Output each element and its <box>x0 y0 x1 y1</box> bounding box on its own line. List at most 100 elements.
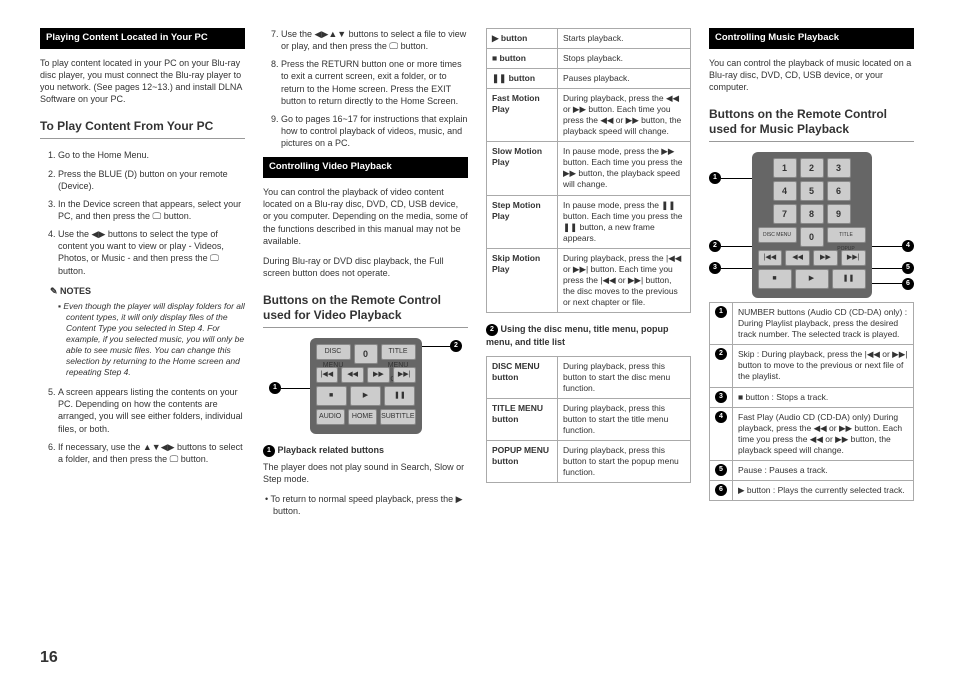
step-1: Go to the Home Menu. <box>58 149 245 161</box>
cell: Fast Motion Play <box>487 89 558 142</box>
m-ff: ▶▶ <box>813 250 838 266</box>
disc-menu-btn: DISC MENU <box>316 344 351 360</box>
cell: DISC MENU button <box>487 356 558 398</box>
note-content-type: ▪ Even though the player will display fo… <box>58 301 245 378</box>
menu-table: DISC MENU buttonDuring playback, press t… <box>486 356 691 483</box>
cell: Pauses playback. <box>558 69 691 89</box>
subtitle-btn: SUBTITLE <box>380 409 415 425</box>
step-8: Press the RETURN button one or more time… <box>281 58 468 107</box>
n9: 9 <box>827 204 851 224</box>
playback-buttons-label: 1 Playback related buttons <box>263 444 468 457</box>
m-title: TITLEPOPUP <box>827 227 866 243</box>
label-2-icon: 2 <box>486 324 498 336</box>
section-header-pc-content: Playing Content Located in Your PC <box>40 28 245 49</box>
cell: Starts playback. <box>558 29 691 49</box>
playback-bullet: • To return to normal speed playback, pr… <box>263 493 468 517</box>
row-3-icon: 3 <box>715 391 727 403</box>
section-header-video: Controlling Video Playback <box>263 157 468 178</box>
step-7: Use the ◀▶▲▼ buttons to select a file to… <box>281 28 468 52</box>
video-note: During Blu-ray or DVD disc playback, the… <box>263 255 468 279</box>
video-intro: You can control the playback of video co… <box>263 186 468 247</box>
audio-btn: AUDIO <box>316 409 345 425</box>
heading-video-remote: Buttons on the Remote Control used for V… <box>263 293 468 328</box>
cell: Skip Motion Play <box>487 248 558 312</box>
cell: Pause : Pauses a track. <box>733 460 914 480</box>
ff-btn: ▶▶ <box>367 367 390 383</box>
step-5: A screen appears listing the contents on… <box>58 386 245 435</box>
cell: ▶ button : Plays the currently selected … <box>733 480 914 500</box>
steps-list-cont: A screen appears listing the contents on… <box>40 386 245 465</box>
callout-1-icon: 1 <box>269 382 281 394</box>
cell: POPUP MENU button <box>487 440 558 482</box>
m-play: ▶ <box>795 269 829 289</box>
play-btn: ▶ <box>350 386 381 406</box>
m-callout-3: 3 <box>709 262 721 274</box>
n8: 8 <box>800 204 824 224</box>
row-4-icon: 4 <box>715 411 727 423</box>
zero-btn: 0 <box>354 344 378 364</box>
step-4: Use the ◀▶ buttons to select the type of… <box>58 228 245 277</box>
page-number: 16 <box>40 647 58 669</box>
step-9: Go to pages 16~17 for instructions that … <box>281 113 468 149</box>
cell: ❚❚ button <box>487 69 558 89</box>
playback-table: ▶ buttonStarts playback. ■ buttonStops p… <box>486 28 691 313</box>
cell: During playback, press the ◀◀ or ▶▶ butt… <box>558 89 691 142</box>
next-btn: ▶▶| <box>393 367 416 383</box>
cell: Step Motion Play <box>487 195 558 248</box>
cell: TITLE MENU button <box>487 398 558 440</box>
menu-section-title: 2 Using the disc menu, title menu, popup… <box>486 323 691 348</box>
m-callout-1: 1 <box>709 172 721 184</box>
music-table: 1NUMBER buttons (Audio CD (CD-DA) only) … <box>709 302 914 501</box>
n7: 7 <box>773 204 797 224</box>
cell: ■ button : Stops a track. <box>733 387 914 407</box>
cell: During playback, press the |◀◀ or ▶▶| bu… <box>558 248 691 312</box>
steps-list: Go to the Home Menu. Press the BLUE (D) … <box>40 149 245 276</box>
cell: During playback, press this button to st… <box>558 398 691 440</box>
n6: 6 <box>827 181 851 201</box>
title-menu-btn: TITLE MENUPOPUP <box>381 344 416 360</box>
label-1-icon: 1 <box>263 445 275 457</box>
m-rew: ◀◀ <box>785 250 810 266</box>
home-btn: HOME <box>348 409 377 425</box>
cell: Skip : During playback, press the |◀◀ or… <box>733 345 914 387</box>
n2: 2 <box>800 158 824 178</box>
notes-label: NOTES <box>50 285 245 297</box>
m-callout-5: 5 <box>902 262 914 274</box>
n3: 3 <box>827 158 851 178</box>
remote-diagram-music: 1 2 3 4 5 6 123 456 789 DISC MENU0TITLEP… <box>709 152 914 292</box>
m-prev: |◀◀ <box>758 250 783 266</box>
n1: 1 <box>773 158 797 178</box>
m-disc: DISC MENU <box>758 227 797 243</box>
m-callout-2: 2 <box>709 240 721 252</box>
m-callout-4: 4 <box>902 240 914 252</box>
music-intro: You can control the playback of music lo… <box>709 57 914 93</box>
cell: Stops playback. <box>558 49 691 69</box>
m-callout-6: 6 <box>902 278 914 290</box>
heading-music-remote: Buttons on the Remote Control used for M… <box>709 107 914 142</box>
row-1-icon: 1 <box>715 306 727 318</box>
callout-2-icon: 2 <box>450 340 462 352</box>
m-stop: ■ <box>758 269 792 289</box>
cell: During playback, press this button to st… <box>558 440 691 482</box>
rew-btn: ◀◀ <box>341 367 364 383</box>
n4: 4 <box>773 181 797 201</box>
prev-btn: |◀◀ <box>316 367 339 383</box>
section-header-music: Controlling Music Playback <box>709 28 914 49</box>
cell: During playback, press this button to st… <box>558 356 691 398</box>
cell: In pause mode, press the ❚❚ button. Each… <box>558 195 691 248</box>
cell: Slow Motion Play <box>487 142 558 195</box>
remote-image-music: 123 456 789 DISC MENU0TITLEPOPUP |◀◀◀◀▶▶… <box>752 152 872 298</box>
steps-list-7: Use the ◀▶▲▼ buttons to select a file to… <box>263 28 468 149</box>
cell: Fast Play (Audio CD (CD-DA) only) During… <box>733 407 914 460</box>
remote-image: DISC MENU0TITLE MENUPOPUP |◀◀◀◀▶▶▶▶| ■▶❚… <box>310 338 422 434</box>
stop-btn: ■ <box>316 386 347 406</box>
row-5-icon: 5 <box>715 464 727 476</box>
n5: 5 <box>800 181 824 201</box>
step-3: In the Device screen that appears, selec… <box>58 198 245 222</box>
n0: 0 <box>800 227 824 247</box>
step-2: Press the BLUE (D) button on your remote… <box>58 168 245 192</box>
cell: In pause mode, press the ▶▶ button. Each… <box>558 142 691 195</box>
manual-page: Playing Content Located in Your PC To pl… <box>0 0 954 681</box>
column-3: ▶ buttonStarts playback. ■ buttonStops p… <box>486 28 691 523</box>
playback-desc: The player does not play sound in Search… <box>263 461 468 485</box>
